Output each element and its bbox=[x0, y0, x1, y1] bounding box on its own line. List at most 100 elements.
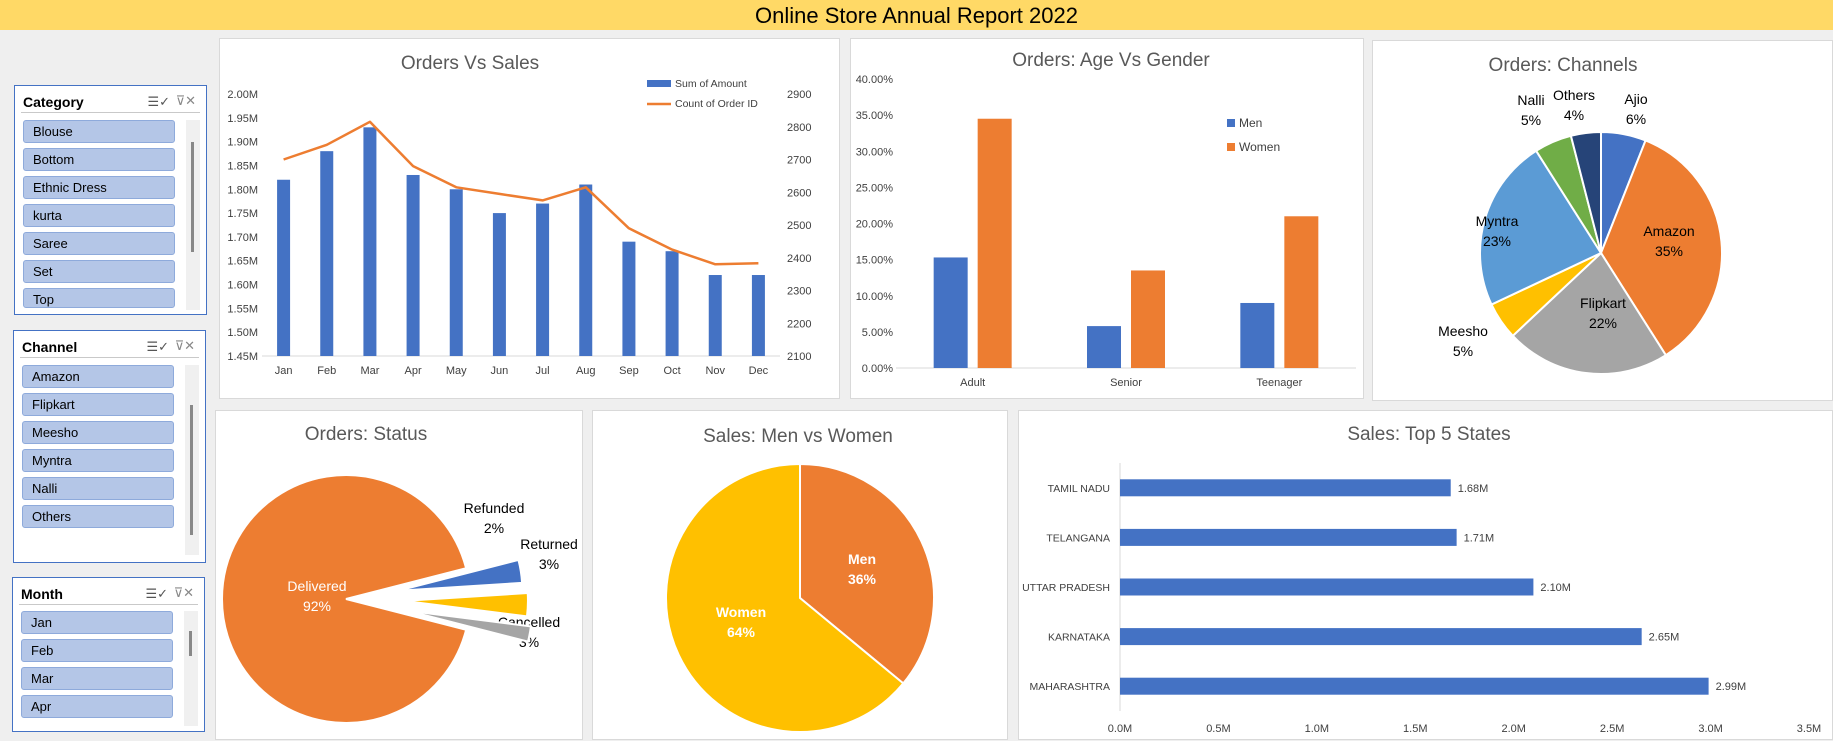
y-right-tick-label: 2500 bbox=[787, 220, 811, 232]
y-tick-label: 40.00% bbox=[856, 74, 894, 86]
slicer-item-bottom[interactable]: Bottom bbox=[23, 148, 175, 171]
slice-pct-label: 64% bbox=[727, 624, 756, 640]
chart-title: Orders: Age Vs Gender bbox=[1012, 50, 1210, 71]
slicer-item-others[interactable]: Others bbox=[22, 505, 174, 528]
y-right-tick-label: 2100 bbox=[787, 351, 811, 363]
slicer-item-set[interactable]: Set bbox=[23, 260, 175, 283]
y-left-tick-label: 1.55M bbox=[227, 303, 258, 315]
slice-label: Nalli bbox=[1517, 92, 1544, 108]
slice-pct-label: 22% bbox=[1589, 315, 1617, 331]
legend-swatch-men bbox=[1227, 119, 1235, 127]
y-tick-label: UTTAR PRADESH bbox=[1022, 582, 1110, 594]
bar-state bbox=[1120, 677, 1709, 695]
data-label: 2.10M bbox=[1540, 582, 1571, 594]
y-tick-label: 5.00% bbox=[862, 327, 893, 339]
y-left-tick-label: 1.45M bbox=[227, 351, 258, 363]
bar-men bbox=[1240, 302, 1275, 368]
x-tick-label: 1.5M bbox=[1403, 723, 1427, 735]
slicer-item-ethnic-dress[interactable]: Ethnic Dress bbox=[23, 176, 175, 199]
bar-sum-of-amount bbox=[363, 127, 377, 356]
y-left-tick-label: 1.75M bbox=[227, 208, 258, 220]
slice-pct-label: 36% bbox=[848, 571, 877, 587]
legend-label: Women bbox=[1239, 140, 1280, 154]
chart-title: Orders Vs Sales bbox=[401, 53, 539, 74]
slice-label: Myntra bbox=[1476, 213, 1519, 229]
x-tick-label: Senior bbox=[1110, 377, 1142, 389]
clear-filter-icon[interactable]: ⊽✕ bbox=[176, 93, 196, 109]
slicer-scrollbar[interactable] bbox=[186, 120, 200, 310]
sales-men-women-panel: Sales: Men vs Women Men 36% Women 64% bbox=[592, 410, 1008, 740]
bar-sum-of-amount bbox=[492, 213, 506, 356]
scrollbar-thumb[interactable] bbox=[190, 405, 193, 535]
bar-sum-of-amount bbox=[277, 179, 291, 356]
scrollbar-thumb[interactable] bbox=[191, 142, 194, 252]
sales-men-women-chart: Sales: Men vs Women Men 36% Women 64% bbox=[665, 426, 935, 733]
legend-label: Count of Order ID bbox=[675, 98, 758, 110]
clear-filter-icon[interactable]: ⊽✕ bbox=[175, 338, 195, 354]
slice-label: Delivered bbox=[287, 578, 346, 594]
bar-women bbox=[1131, 270, 1165, 368]
slicer-item-blouse[interactable]: Blouse bbox=[23, 120, 175, 143]
x-tick-label: Dec bbox=[749, 365, 769, 377]
bar-sum-of-amount bbox=[579, 184, 593, 356]
x-tick-label: Teenager bbox=[1256, 377, 1302, 389]
y-right-tick-label: 2600 bbox=[787, 187, 811, 199]
slicer-item-amazon[interactable]: Amazon bbox=[22, 365, 174, 388]
bar-sum-of-amount bbox=[449, 189, 463, 356]
slicer-scrollbar[interactable] bbox=[184, 611, 198, 726]
x-tick-label: Oct bbox=[664, 365, 681, 377]
slicer-item-feb[interactable]: Feb bbox=[21, 639, 173, 662]
scrollbar-thumb[interactable] bbox=[189, 631, 192, 656]
multi-select-icon[interactable]: ☰✓ bbox=[146, 339, 169, 355]
data-label: 1.71M bbox=[1464, 532, 1495, 544]
slicer-item-myntra[interactable]: Myntra bbox=[22, 449, 174, 472]
y-tick-label: 30.00% bbox=[856, 146, 894, 158]
bar-state bbox=[1120, 578, 1534, 596]
category-slicer: Category ☰✓ ⊽✕ Blouse Bottom Ethnic Dres… bbox=[14, 85, 207, 315]
y-tick-label: 35.00% bbox=[856, 110, 894, 122]
bar-sum-of-amount bbox=[622, 241, 636, 356]
line-count-of-order-id bbox=[283, 120, 759, 266]
multi-select-icon[interactable]: ☰✓ bbox=[147, 94, 170, 110]
slicer-item-meesho[interactable]: Meesho bbox=[22, 421, 174, 444]
legend-swatch-women bbox=[1227, 143, 1235, 151]
orders-age-gender-panel: Orders: Age Vs Gender 40.00% 35.00% 30.00% 2… bbox=[850, 38, 1364, 399]
sales-top-states-chart: Sales: Top 5 States 0.0M 0.5M 1.0M 1.5M 2.0M 2… bbox=[1022, 424, 1821, 735]
sales-top-states-panel: Sales: Top 5 States 0.0M 0.5M 1.0M 1.5M 2.0M 2… bbox=[1018, 410, 1833, 740]
report-title: Online Store Annual Report 2022 bbox=[0, 0, 1833, 30]
slicer-scrollbar[interactable] bbox=[185, 365, 199, 555]
slicer-item-nalli[interactable]: Nalli bbox=[22, 477, 174, 500]
x-tick-label: 0.0M bbox=[1108, 723, 1132, 735]
bar-sum-of-amount bbox=[320, 151, 334, 356]
x-tick-label: Adult bbox=[960, 377, 985, 389]
slicer-item-saree[interactable]: Saree bbox=[23, 232, 175, 255]
slice-label: Returned bbox=[520, 536, 578, 552]
y-tick-label: 0.00% bbox=[862, 363, 893, 375]
x-tick-label: 3.5M bbox=[1797, 723, 1821, 735]
slice-label: Amazon bbox=[1643, 223, 1694, 239]
y-left-tick-label: 1.95M bbox=[227, 113, 258, 125]
multi-select-icon[interactable]: ☰✓ bbox=[145, 586, 168, 602]
slicer-item-flipkart[interactable]: Flipkart bbox=[22, 393, 174, 416]
slicer-title: Channel bbox=[22, 339, 78, 355]
x-tick-label: 2.5M bbox=[1600, 723, 1624, 735]
y-left-tick-label: 2.00M bbox=[227, 89, 258, 101]
slice-label: Meesho bbox=[1438, 323, 1488, 339]
x-tick-label: 0.5M bbox=[1206, 723, 1230, 735]
slicer-item-jan[interactable]: Jan bbox=[21, 611, 173, 634]
y-right-tick-label: 2900 bbox=[787, 89, 811, 101]
bar-men bbox=[933, 257, 968, 368]
x-tick-label: Mar bbox=[360, 365, 379, 377]
bar-state bbox=[1120, 479, 1451, 497]
slicer-item-top[interactable]: Top bbox=[23, 288, 175, 308]
bar-women bbox=[1284, 216, 1319, 368]
x-tick-label: 1.0M bbox=[1305, 723, 1329, 735]
slicer-item-apr[interactable]: Apr bbox=[21, 695, 173, 718]
slicer-item-kurta[interactable]: kurta bbox=[23, 204, 175, 227]
slicer-header: Category ☰✓ ⊽✕ bbox=[21, 91, 200, 113]
data-label: 1.68M bbox=[1458, 483, 1489, 495]
slice-pct-label: 4% bbox=[1564, 107, 1584, 123]
slicer-item-mar[interactable]: Mar bbox=[21, 667, 173, 690]
slice-label: Refunded bbox=[464, 500, 525, 516]
clear-filter-icon[interactable]: ⊽✕ bbox=[174, 585, 194, 601]
